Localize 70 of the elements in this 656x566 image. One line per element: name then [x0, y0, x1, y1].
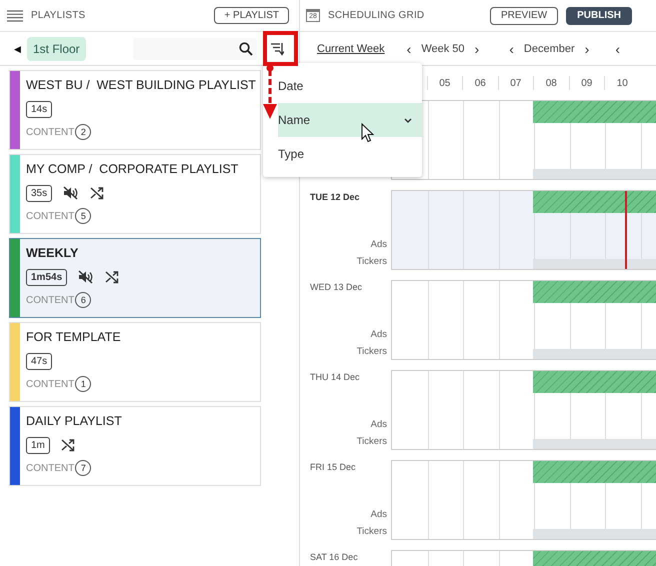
annotation-arrow — [263, 64, 277, 120]
playlist-title: FOR TEMPLATE — [26, 330, 121, 346]
playlist-title: DAILY PLAYLIST — [26, 414, 122, 430]
period-label: Week 50 — [421, 42, 465, 54]
duration-badge: 35s — [26, 184, 52, 202]
content-label: CONTENT — [26, 378, 74, 390]
track-label: Tickers — [356, 255, 387, 269]
content-label: CONTENT — [26, 210, 74, 222]
content-label: CONTENT — [26, 126, 74, 138]
panel-title: PLAYLISTS — [31, 10, 86, 21]
hour-label: 08 — [546, 78, 557, 88]
day-label: FRI 15 Dec — [310, 462, 357, 472]
add-playlist-button[interactable]: + PLAYLIST — [214, 7, 289, 24]
search-field[interactable] — [133, 38, 257, 60]
menu-icon — [7, 10, 23, 22]
hour-label: 07 — [510, 78, 522, 88]
previous-button[interactable]: ‹ — [406, 40, 412, 56]
content-count: 2 — [75, 124, 92, 140]
playlist-card[interactable]: DAILY PLAYLIST 1m CONTENT 7 — [9, 406, 261, 486]
playlist-card[interactable]: WEEKLY 1m54s CONTENT 6 — [9, 238, 261, 318]
location-chip[interactable]: 1st Floor — [27, 36, 86, 60]
day-label: SAT 16 Dec — [310, 552, 359, 562]
duration-badge: 1m54s — [26, 268, 68, 286]
track-label: Tickers — [356, 525, 387, 539]
day-label: WED 13 Dec — [310, 282, 364, 292]
search-icon — [239, 42, 253, 56]
content-count: 7 — [75, 460, 92, 476]
next-button[interactable]: › — [474, 40, 480, 56]
hour-label: 09 — [581, 78, 592, 88]
hour-label: 05 — [439, 78, 450, 88]
duration-badge: 1m — [26, 436, 50, 454]
hour-label: 10 — [616, 78, 628, 88]
track-label: Ads — [370, 238, 387, 252]
playlist-card[interactable]: MY COMP / CORPORATE PLAYLIST 35s CONTENT 5 — [9, 154, 261, 234]
sort-icon — [270, 42, 284, 56]
chevron-down-icon — [404, 118, 412, 122]
hour-label: 06 — [474, 78, 486, 88]
previous-button[interactable]: ‹ — [615, 40, 620, 56]
previous-button[interactable]: ‹ — [509, 40, 514, 56]
duration-badge: 14s — [26, 100, 52, 118]
playlist-card[interactable]: FOR TEMPLATE 47s CONTENT 1 — [9, 322, 261, 402]
mouse-cursor-icon — [361, 123, 374, 143]
playlist-title: MY COMP / CORPORATE PLAYLIST — [26, 162, 238, 178]
track-label: Ads — [370, 508, 387, 522]
track-label: Tickers — [356, 435, 387, 449]
playlist-title: WEST BU / WEST BUILDING PLAYLIST — [26, 78, 256, 94]
publish-button[interactable]: PUBLISH — [566, 6, 632, 24]
content-count: 6 — [75, 292, 92, 308]
period-label: December — [524, 42, 575, 54]
playlist-card[interactable]: WEST BU / WEST BUILDING PLAYLIST 14s CONTENT 2 — [9, 70, 261, 150]
track-label: Ads — [370, 328, 387, 342]
duration-badge: 47s — [26, 352, 52, 370]
sort-option[interactable]: Date — [278, 69, 422, 103]
panel-title: SCHEDULING GRID — [328, 10, 424, 21]
day-label: TUE 12 Dec — [310, 192, 361, 202]
track-label: Ads — [370, 418, 387, 432]
highlight-box — [263, 31, 298, 66]
content-label: CONTENT — [26, 294, 74, 306]
current-week-link[interactable]: Current Week — [317, 42, 385, 54]
content-label: CONTENT — [26, 462, 74, 474]
sort-option[interactable]: Name — [278, 103, 422, 137]
playlist-title: WEEKLY — [26, 246, 80, 262]
next-button[interactable]: › — [584, 40, 590, 56]
back-button[interactable]: ◀ — [14, 44, 21, 54]
day-label: THU 14 Dec — [310, 372, 361, 382]
track-label: Tickers — [356, 345, 387, 359]
content-count: 5 — [75, 208, 92, 224]
content-count: 1 — [75, 376, 92, 392]
sort-option[interactable]: Type — [278, 137, 422, 171]
preview-button[interactable]: PREVIEW — [490, 6, 558, 24]
